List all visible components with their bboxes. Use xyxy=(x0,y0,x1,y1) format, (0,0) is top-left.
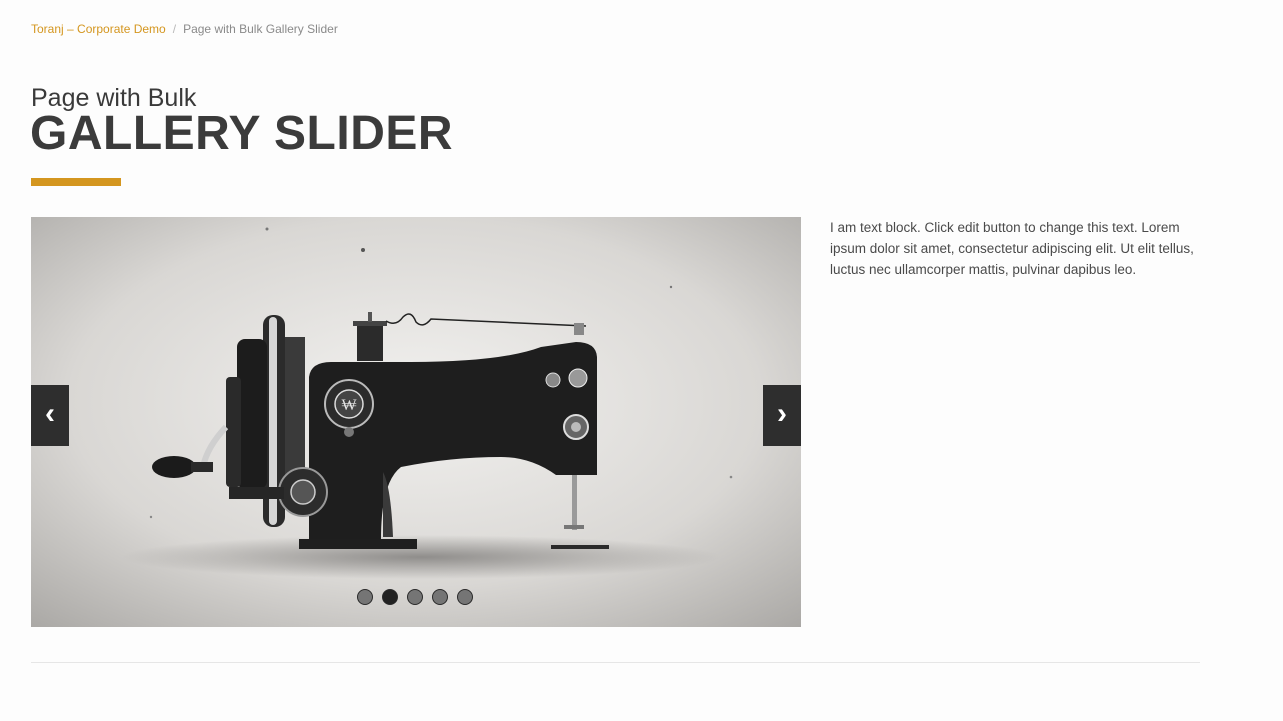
slider-dot-5[interactable] xyxy=(457,589,473,605)
breadcrumb-current: Page with Bulk Gallery Slider xyxy=(183,22,338,36)
slider-dot-4[interactable] xyxy=(432,589,448,605)
chevron-right-icon: › xyxy=(777,397,787,430)
sewing-machine-slide-image: ₩ xyxy=(31,217,801,627)
breadcrumb-separator: / xyxy=(172,22,177,36)
slider-next-button[interactable]: › xyxy=(763,385,801,446)
chevron-left-icon: ‹ xyxy=(45,397,55,430)
text-block: I am text block. Click edit button to ch… xyxy=(830,220,1194,277)
page-title: GALLERY SLIDER xyxy=(30,107,454,160)
breadcrumb-home-link[interactable]: Toranj – Corporate Demo xyxy=(31,22,166,36)
breadcrumb: Toranj – Corporate Demo / Page with Bulk G… xyxy=(31,21,338,37)
title-accent-bar xyxy=(31,178,121,186)
svg-text:₩: ₩ xyxy=(341,395,357,414)
slider-pagination xyxy=(357,589,473,605)
content-divider xyxy=(31,662,1200,663)
gallery-slider[interactable]: ₩ ‹ › xyxy=(31,217,801,627)
slider-prev-button[interactable]: ‹ xyxy=(31,385,69,446)
slider-dot-2[interactable] xyxy=(382,589,398,605)
slider-dot-1[interactable] xyxy=(357,589,373,605)
page: Toranj – Corporate Demo / Page with Bulk G… xyxy=(0,0,1283,721)
slider-dot-3[interactable] xyxy=(407,589,423,605)
